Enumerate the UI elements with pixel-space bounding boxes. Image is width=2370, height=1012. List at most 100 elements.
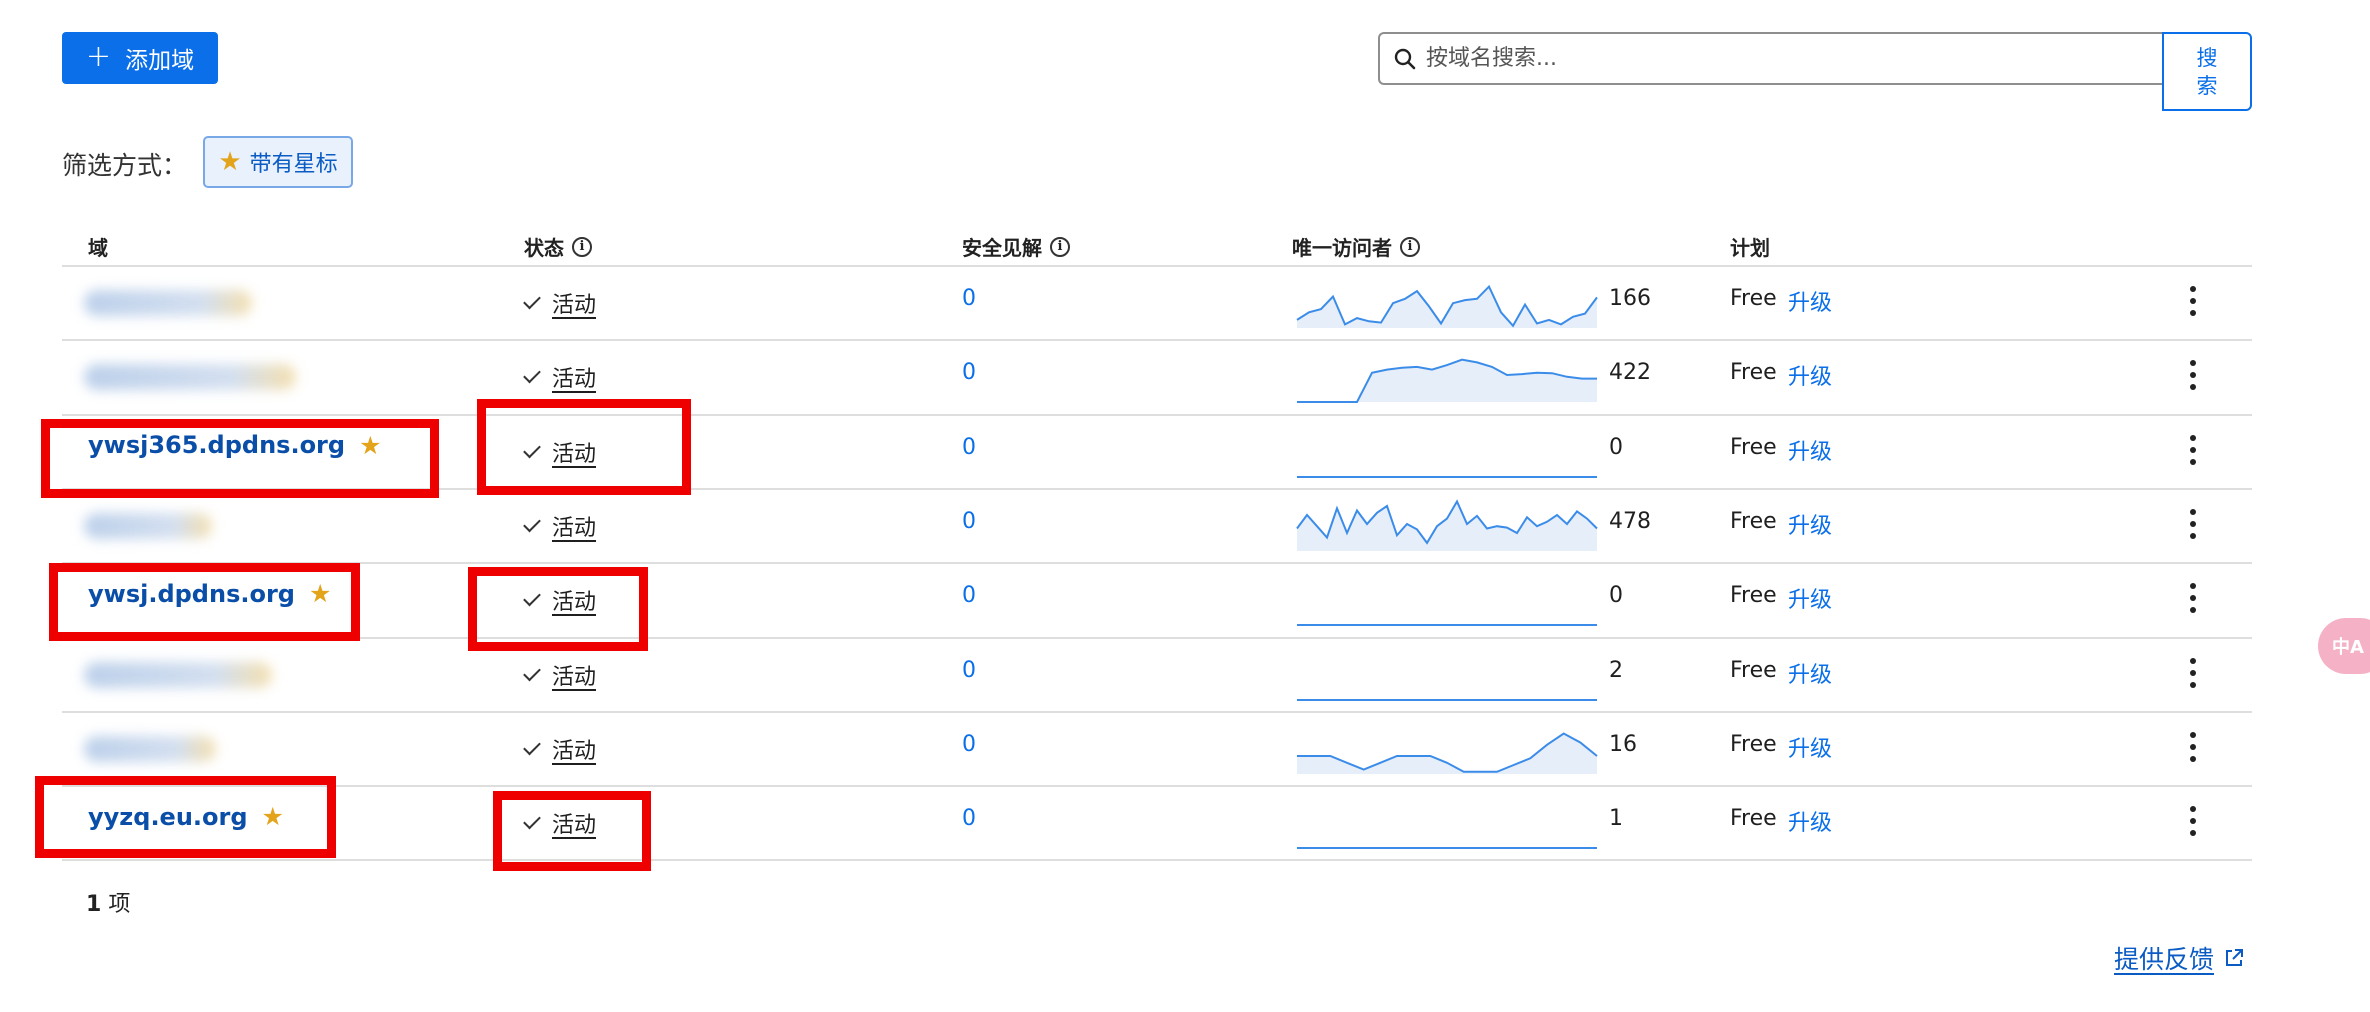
item-count: 1 项: [86, 886, 130, 918]
upgrade-link[interactable]: 升级: [1788, 805, 1832, 837]
highlight-box: [477, 399, 691, 495]
table-row: ywsj.dpdns.org ★ 活动 0 0 Free 升级: [62, 563, 2252, 637]
security-insights-link[interactable]: 0: [962, 286, 976, 311]
visitors-count: 478: [1609, 508, 1651, 534]
blurred-domain-name[interactable]: [84, 661, 272, 688]
search-button-label: 搜 索: [2196, 45, 2218, 98]
status-cell: 活动: [523, 733, 596, 765]
status-link[interactable]: 活动: [552, 510, 596, 542]
upgrade-link[interactable]: 升级: [1788, 434, 1832, 466]
visitors-count: 0: [1609, 434, 1623, 460]
blurred-domain-name[interactable]: [84, 364, 296, 391]
highlight-box: [49, 563, 360, 641]
visitors-count: 166: [1609, 286, 1651, 311]
upgrade-link[interactable]: 升级: [1788, 508, 1832, 540]
upgrade-link[interactable]: 升级: [1788, 359, 1832, 391]
sparkline-area: [1297, 501, 1597, 551]
blurred-domain-name[interactable]: [84, 512, 212, 539]
status-link[interactable]: 活动: [552, 733, 596, 765]
visitors-count: 2: [1609, 657, 1623, 683]
search-input[interactable]: [1426, 46, 2126, 71]
plan-name: Free: [1730, 360, 1777, 386]
header-visitors[interactable]: 唯一访问者 i: [1292, 232, 1420, 261]
status-cell: 活动: [523, 287, 596, 319]
header-visitors-label: 唯一访问者: [1292, 236, 1392, 260]
visitors-sparkline: [1297, 847, 1597, 850]
upgrade-link[interactable]: 升级: [1788, 657, 1832, 689]
info-icon[interactable]: i: [572, 236, 592, 257]
table-row: 活动 0 478 Free 升级: [62, 489, 2252, 563]
plan-name: Free: [1730, 583, 1777, 609]
check-icon: [523, 365, 541, 384]
security-insights-link[interactable]: 0: [962, 658, 976, 683]
search-button[interactable]: 搜 索: [2162, 32, 2252, 111]
external-link-icon: [2226, 949, 2244, 966]
row-divider: [62, 859, 2252, 862]
star-icon: ★: [218, 147, 242, 177]
table-row: yyzq.eu.org ★ 活动 0 1 Free 升级: [62, 786, 2252, 860]
header-insights[interactable]: 安全见解 i: [962, 232, 1070, 261]
upgrade-link[interactable]: 升级: [1788, 731, 1832, 763]
header-domain[interactable]: 域: [88, 232, 108, 261]
visitors-sparkline: [1296, 499, 1598, 551]
starred-filter-chip[interactable]: ★ 带有星标: [203, 136, 353, 188]
blurred-domain-name[interactable]: [84, 290, 252, 316]
status-link[interactable]: 活动: [552, 361, 596, 393]
table-row: 活动 0 16 Free 升级: [62, 712, 2252, 786]
feedback-label: 提供反馈: [2114, 945, 2215, 974]
table-row: 活动 0 166 Free 升级: [62, 266, 2252, 340]
more-options-icon[interactable]: [2188, 731, 2198, 762]
add-domain-label: 添加域: [125, 48, 195, 74]
check-icon: [523, 291, 541, 310]
more-options-icon[interactable]: [2188, 434, 2198, 465]
check-icon: [523, 663, 541, 681]
security-insights-link[interactable]: 0: [962, 435, 976, 460]
highlight-box: [493, 791, 651, 871]
plan-name: Free: [1730, 286, 1777, 311]
add-domain-button[interactable]: + 添加域: [62, 32, 218, 84]
more-options-icon[interactable]: [2188, 657, 2198, 688]
check-icon: [523, 514, 541, 533]
status-cell: 活动: [523, 659, 596, 691]
header-status-label: 状态: [524, 236, 564, 260]
translate-icon: 中A: [2332, 637, 2364, 658]
header-status[interactable]: 状态 i: [524, 232, 592, 261]
check-icon: [523, 737, 541, 756]
status-cell: 活动: [523, 510, 596, 542]
status-link[interactable]: 活动: [552, 659, 596, 691]
info-icon[interactable]: i: [1050, 236, 1070, 257]
header-plan[interactable]: 计划: [1730, 232, 1770, 261]
plan-name: Free: [1730, 434, 1777, 460]
feedback-link[interactable]: 提供反馈: [2114, 940, 2244, 976]
visitors-sparkline: [1297, 732, 1598, 774]
security-insights-link[interactable]: 0: [962, 509, 976, 534]
more-options-icon[interactable]: [2188, 286, 2198, 316]
item-count-unit: 项: [108, 892, 131, 917]
info-icon[interactable]: i: [1400, 236, 1420, 257]
search-field[interactable]: [1378, 32, 2164, 85]
upgrade-link[interactable]: 升级: [1788, 285, 1832, 317]
visitors-sparkline: [1297, 624, 1597, 627]
visitors-sparkline: [1297, 698, 1597, 701]
highlight-box: [35, 776, 336, 858]
visitors-sparkline: [1297, 475, 1597, 478]
security-insights-link[interactable]: 0: [962, 732, 976, 757]
header-plan-label: 计划: [1730, 236, 1770, 260]
upgrade-link[interactable]: 升级: [1788, 582, 1832, 614]
table-row: 活动 0 422 Free 升级: [62, 340, 2252, 414]
more-options-icon[interactable]: [2188, 508, 2198, 539]
blurred-domain-name[interactable]: [84, 735, 216, 762]
more-options-icon[interactable]: [2188, 583, 2198, 614]
sparkline-area: [1297, 733, 1597, 774]
security-insights-link[interactable]: 0: [962, 583, 976, 608]
more-options-icon[interactable]: [2188, 806, 2198, 837]
security-insights-link[interactable]: 0: [962, 360, 976, 385]
starred-filter-label: 带有星标: [249, 152, 338, 177]
visitors-count: 1: [1609, 806, 1623, 832]
security-insights-link[interactable]: 0: [962, 806, 976, 831]
search-icon: [1394, 48, 1416, 69]
more-options-icon[interactable]: [2188, 360, 2198, 391]
translate-fab[interactable]: 中A: [2318, 618, 2370, 674]
plan-name: Free: [1730, 508, 1777, 534]
status-link[interactable]: 活动: [552, 287, 596, 319]
